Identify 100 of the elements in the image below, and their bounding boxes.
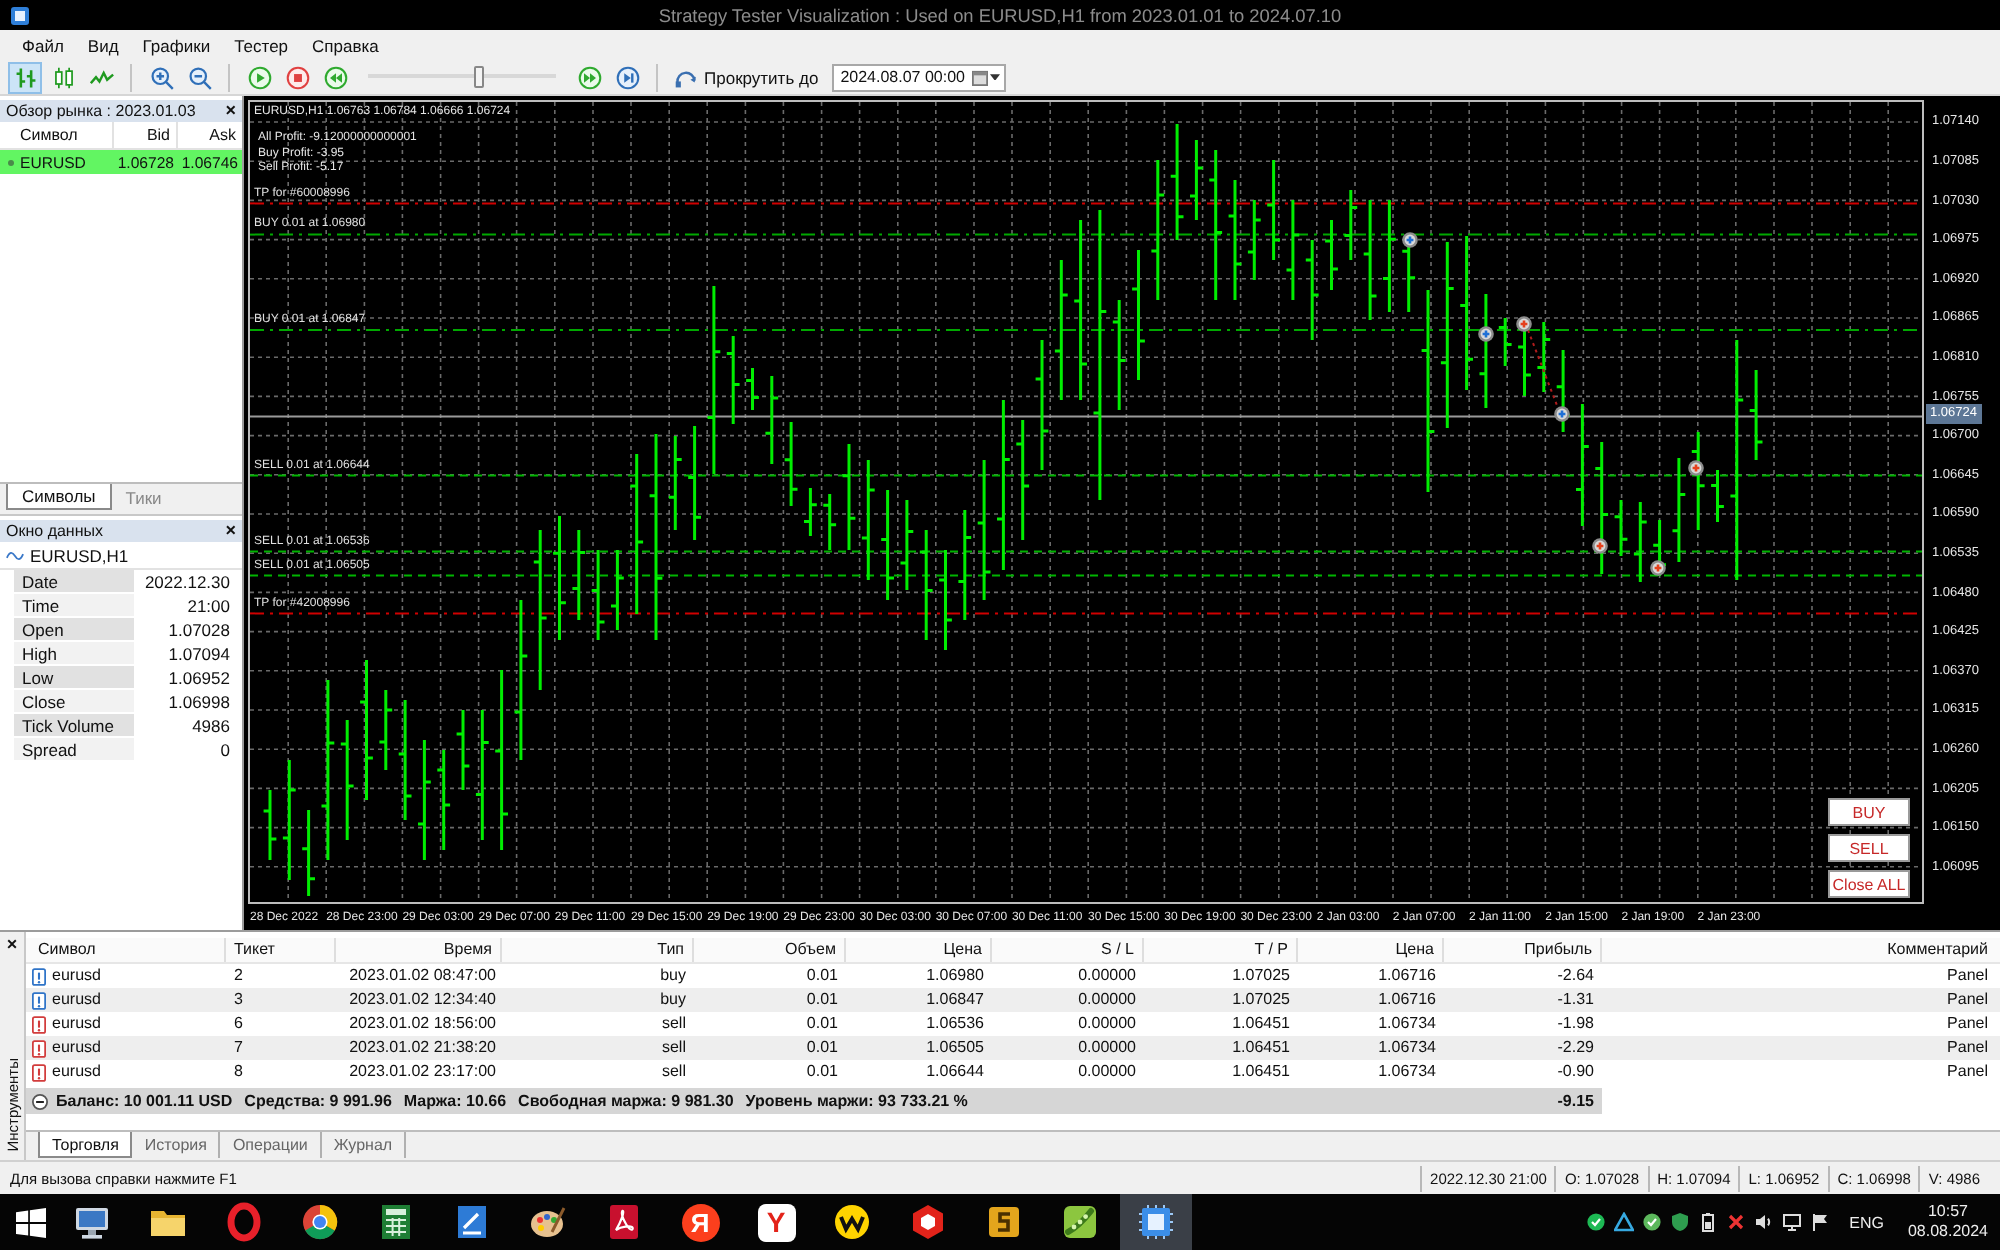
circle-icon[interactable]: [1641, 1212, 1662, 1232]
table-cell-text: Panel: [1945, 964, 1990, 988]
table-cell-text: 1.06980: [924, 964, 986, 988]
panel-tab[interactable]: Символы: [6, 484, 112, 510]
ring-icon: [224, 1202, 264, 1242]
taskbar-app[interactable]: Я: [664, 1194, 736, 1250]
table-cell-text: -1.31: [1555, 988, 1596, 1012]
column-header[interactable]: Время: [336, 938, 502, 962]
calendar-dropdown-button[interactable]: [970, 65, 1003, 89]
circle-icon[interactable]: [1585, 1212, 1606, 1232]
buy-button[interactable]: BUY: [1828, 798, 1910, 826]
account-summary-text: Средства: 9 991.96: [244, 1092, 392, 1110]
menu-item[interactable]: Справка: [300, 33, 391, 57]
table-cell-text: 0.01: [804, 988, 840, 1012]
buy-order-line[interactable]: [250, 329, 1922, 331]
line-chart-icon: [89, 65, 113, 89]
column-header[interactable]: Комментарий: [1602, 938, 1996, 962]
column-header[interactable]: Цена: [1298, 938, 1444, 962]
menu-item[interactable]: Вид: [75, 33, 131, 57]
column-header[interactable]: Прибыль: [1444, 938, 1602, 962]
column-header[interactable]: T / P: [1144, 938, 1298, 962]
column-header[interactable]: Тикет: [226, 938, 336, 962]
column-header[interactable]: Bid: [114, 122, 178, 148]
data-value: 21:00: [185, 594, 232, 618]
menu-item[interactable]: Тестер: [222, 33, 301, 57]
column-header[interactable]: Цена: [846, 938, 992, 962]
language-indicator[interactable]: ENG: [1849, 1213, 1884, 1231]
table-cell-text: buy: [658, 964, 688, 988]
candlestick-icon: [51, 65, 75, 89]
table-cell-text: 0.01: [804, 1012, 840, 1036]
sell-button[interactable]: SELL: [1828, 834, 1910, 862]
table-cell-text: 1.06734: [1376, 1060, 1438, 1084]
table-cell-text: 1.06734: [1376, 1036, 1438, 1060]
table-cell-text: 1.07025: [1230, 964, 1292, 988]
close-all-button[interactable]: Close ALL: [1828, 870, 1910, 898]
take-profit-line[interactable]: [250, 202, 1922, 205]
date-field[interactable]: 2024.08.07 00:00: [832, 63, 1007, 91]
shield-icon[interactable]: [1669, 1212, 1690, 1232]
column-header[interactable]: Ask: [178, 122, 242, 148]
calendar-icon: [972, 69, 989, 85]
table-cell-text: Panel: [1945, 1036, 1990, 1060]
data-value: 1.06998: [166, 690, 232, 714]
column-header[interactable]: Тип: [502, 938, 694, 962]
order-ticket-icon: [32, 1063, 46, 1081]
app-logo: Y: [757, 1203, 795, 1241]
trade-link-line: [1527, 329, 1559, 409]
clock-date[interactable]: 08.08.2024: [1907, 1222, 1988, 1242]
clock-time[interactable]: 10:57: [1927, 1202, 1968, 1222]
panel-title: Окно данных: [6, 522, 104, 540]
table-cell-text: 0.01: [804, 1036, 840, 1060]
terminal-tab[interactable]: Операции: [220, 1132, 322, 1158]
table-cell-text: 1.07025: [1230, 988, 1292, 1012]
buy-order-line[interactable]: [250, 233, 1922, 236]
battery-icon[interactable]: [1697, 1212, 1718, 1232]
terminal-tab[interactable]: Торговля: [38, 1132, 133, 1158]
table-row[interactable]: eurusd 7 2023.01.02 21:38:20 sell 0.01 1.06505 0.00000 1.06451 1.06734 -2.29 Panel: [26, 1036, 2000, 1060]
data-label: Open: [14, 618, 134, 642]
slider-thumb[interactable]: [474, 66, 485, 88]
terminal-tab[interactable]: История: [132, 1132, 221, 1158]
data-label: Close: [14, 690, 134, 714]
column-header[interactable]: Символ: [0, 122, 114, 148]
cross-icon[interactable]: [1725, 1212, 1746, 1232]
table-cell-text: 0.01: [804, 1060, 840, 1084]
scroll-to-button[interactable]: Прокрутить до: [670, 61, 823, 93]
sell-order-line[interactable]: [250, 550, 1922, 553]
column-header[interactable]: S / L: [992, 938, 1144, 962]
speaker-icon[interactable]: [1753, 1212, 1774, 1232]
close-button[interactable]: ×: [225, 102, 236, 120]
taskbar-app[interactable]: [1120, 1194, 1192, 1250]
take-profit-line[interactable]: [250, 612, 1922, 615]
column-header[interactable]: Объем: [694, 938, 846, 962]
table-row[interactable]: eurusd 3 2023.01.02 12:34:40 buy 0.01 1.06847 0.00000 1.07025 1.06716 -1.31 Panel: [26, 988, 2000, 1012]
table-cell-text: 3: [232, 988, 245, 1012]
sell-order-line[interactable]: [250, 574, 1922, 577]
table-cell-text: 1.06451: [1230, 1012, 1292, 1036]
table-cell-text: 1.06644: [924, 1060, 986, 1084]
table-cell-text: 1.06716: [1376, 988, 1438, 1012]
table-cell-text: 6: [232, 1012, 245, 1036]
chart-mode-button[interactable]: [8, 61, 42, 93]
table-row[interactable]: eurusd 6 2023.01.02 18:56:00 sell 0.01 1.06536 0.00000 1.06451 1.06734 -1.98 Panel: [26, 1012, 2000, 1036]
terminal-tab[interactable]: Журнал: [321, 1132, 407, 1158]
trade-marker-icon: [1478, 326, 1494, 342]
table-cell-text: 2023.01.02 18:56:00: [347, 1012, 498, 1036]
segmented-circle-icon: [300, 1202, 340, 1242]
close-button[interactable]: ×: [6, 934, 18, 954]
taskbar-app[interactable]: Y: [740, 1194, 812, 1250]
panel-title: Обзор рынка : 2023.01.03: [6, 102, 196, 120]
collapse-icon[interactable]: [32, 1093, 48, 1109]
table-cell-text: 1.06536: [924, 1012, 986, 1036]
table-row[interactable]: eurusd 8 2023.01.02 23:17:00 sell 0.01 1.06644 0.00000 1.06451 1.06734 -0.90 Panel: [26, 1060, 2000, 1084]
monitor-icon[interactable]: [1781, 1212, 1802, 1232]
table-row[interactable]: eurusd 2 2023.01.02 08:47:00 buy 0.01 1.06980 0.00000 1.07025 1.06716 -2.64 Panel: [26, 964, 2000, 988]
column-header[interactable]: Символ: [26, 938, 226, 962]
menu-item[interactable]: Графики: [130, 33, 223, 57]
triangle-icon[interactable]: [1613, 1212, 1634, 1232]
flag-icon[interactable]: [1809, 1212, 1830, 1232]
close-button[interactable]: ×: [225, 522, 236, 540]
sell-order-line[interactable]: [250, 474, 1922, 477]
menu-item[interactable]: Файл: [10, 33, 76, 57]
chip-icon: [1136, 1202, 1176, 1242]
